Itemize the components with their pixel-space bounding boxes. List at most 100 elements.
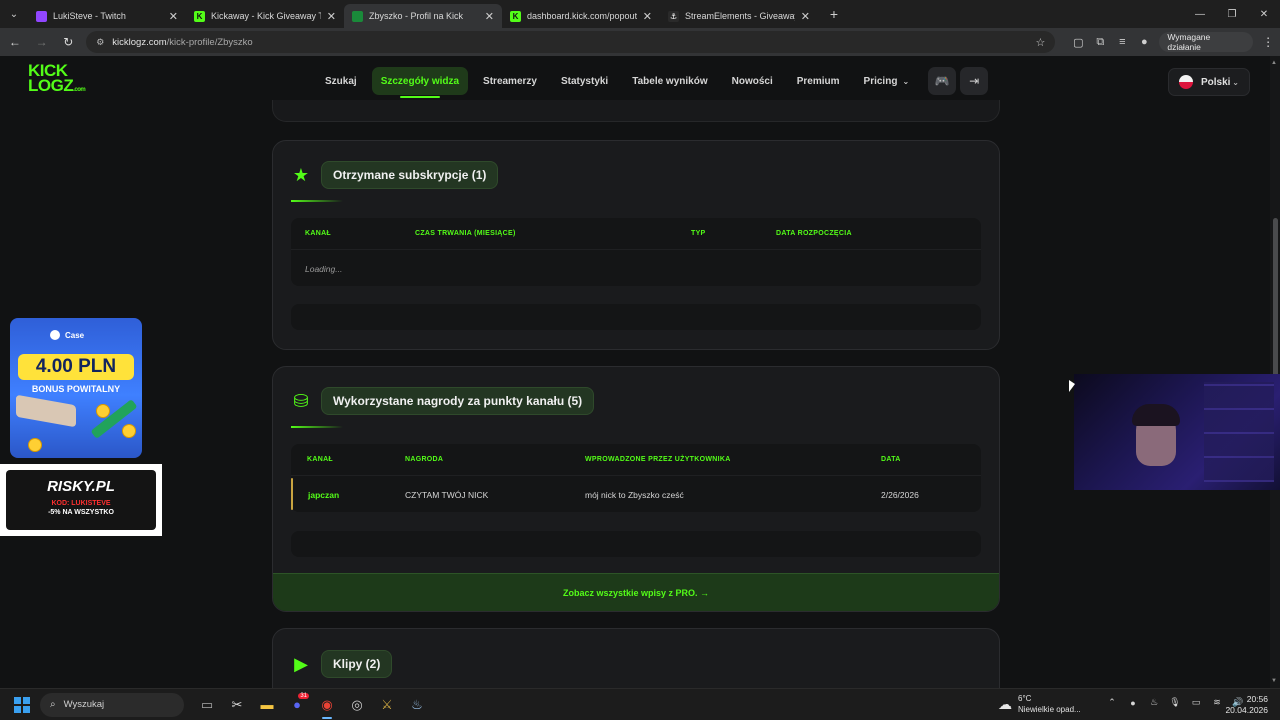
weather-widget[interactable]: ☁ 6°C Niewielkie opad...	[998, 693, 1081, 715]
reload-icon[interactable]: ↻	[56, 30, 80, 54]
back-arrow-icon[interactable]: ←	[3, 30, 27, 54]
section-divider	[291, 426, 343, 428]
nav-item-viewer-details[interactable]: Szczegóły widza	[371, 67, 469, 98]
discord-taskbar-icon[interactable]: ● 31	[282, 691, 312, 719]
pro-cta-link[interactable]: Zobacz wszystkie wpisy z PRO. →	[273, 573, 999, 611]
rewards-table: KANAŁ NAGRODA WPROWADZONE PRZEZ UŻYTKOWN…	[291, 444, 981, 512]
nav-item-streamers[interactable]: Streamerzy	[474, 67, 546, 95]
tab-title: dashboard.kick.com/popout/lu	[527, 11, 637, 21]
page-scrollbar[interactable]: ▲ ▼	[1270, 56, 1280, 688]
close-window-icon[interactable]: ✕	[1248, 0, 1280, 28]
risky-name: RISKY.PL	[47, 478, 115, 495]
browser-tab[interactable]: K Kickaway - Kick Giveaway Tool ✕	[186, 4, 344, 28]
bookmark-star-icon[interactable]: ☆	[1035, 36, 1045, 49]
browser-tab[interactable]: ⚓ StreamElements - Giveaways ✕	[660, 4, 818, 28]
tab-close-icon[interactable]: ✕	[485, 10, 494, 23]
table-row: Loading...	[291, 250, 981, 286]
section-divider	[291, 200, 343, 202]
browser-tab[interactable]: LukiSteve - Twitch ✕	[28, 4, 186, 28]
search-placeholder: Wyszukaj	[63, 699, 105, 710]
new-tab-plus-icon[interactable]: +	[822, 2, 846, 26]
coin-icon	[28, 438, 42, 452]
taskbar-search[interactable]: ⌕ Wyszukaj	[40, 692, 184, 717]
table-row[interactable]: japczan CZYTAM TWÓJ NICK mój nick to Zby…	[291, 476, 981, 512]
column-header: WPROWADZONE PRZEZ UŻYTKOWNIKA	[585, 456, 731, 463]
league-icon[interactable]: ⚔	[372, 691, 402, 719]
browser-menu-icon[interactable]: ⋮	[1256, 30, 1280, 54]
tray-overflow-icon[interactable]: ⌃	[1104, 697, 1120, 708]
system-clock[interactable]: 20:56 20.04.2026	[1225, 694, 1268, 716]
browser-tab[interactable]: K dashboard.kick.com/popout/lu ✕	[502, 4, 660, 28]
profile-avatar-icon[interactable]: ●	[1133, 31, 1155, 53]
language-selector[interactable]: Polski ⌄	[1168, 68, 1250, 96]
screenshot-icon[interactable]: ▢	[1067, 31, 1089, 53]
steam-icon[interactable]: ♨	[402, 691, 432, 719]
clock-date: 20.04.2026	[1225, 705, 1268, 715]
tab-close-icon[interactable]: ✕	[327, 10, 336, 23]
channel-link[interactable]: japczan	[308, 490, 339, 500]
extension-icons: ▢ ⧉ ≡ ●	[1067, 31, 1155, 53]
url-path: /kick-profile/Zbyszko	[166, 36, 253, 48]
coins-icon: ⛁	[293, 390, 309, 411]
logo-line-2: LOGZ	[28, 76, 74, 95]
clips-title: Klipy (2)	[321, 650, 393, 678]
tab-title: LukiSteve - Twitch	[53, 11, 126, 21]
subscriptions-table: KANAŁ CZAS TRWANIA (MIESIĄCE) TYP DATA R…	[291, 218, 981, 286]
main-nav: Szukaj Szczegóły widza Streamerzy Statys…	[316, 67, 989, 98]
nav-item-news[interactable]: Nowości	[723, 67, 782, 95]
risky-discount: -5% NA WSZYSTKO	[48, 509, 114, 516]
loading-text: Loading...	[305, 264, 343, 274]
case-amount: 4.00 PLN	[18, 354, 134, 380]
steam-tray-icon[interactable]: ♨	[1146, 697, 1162, 708]
snipping-tool-icon[interactable]: ✂	[222, 691, 252, 719]
twitch-favicon-icon	[36, 10, 47, 22]
nav-item-premium[interactable]: Premium	[788, 67, 849, 95]
file-explorer-icon[interactable]: ▬	[252, 691, 282, 719]
nav-item-pricing[interactable]: Pricing ⌄	[855, 67, 919, 95]
obs-icon[interactable]: ◎	[342, 691, 372, 719]
nav-item-statistics[interactable]: Statystyki	[552, 67, 617, 95]
risky-ad[interactable]: RISKY.PL KOD: LUKISTEVE -5% NA WSZYSTKO	[0, 464, 162, 536]
table-pagination	[291, 531, 981, 557]
forward-arrow-icon[interactable]: →	[30, 30, 54, 54]
scroll-up-icon[interactable]: ▲	[1271, 60, 1277, 66]
extensions-puzzle-icon[interactable]: ⧉	[1089, 31, 1111, 53]
browser-tab-active[interactable]: Zbyszko - Profil na Kick ✕	[344, 4, 502, 28]
address-bar[interactable]: ⚙ kicklogz.com/kick-profile/Zbyszko ☆	[86, 31, 1056, 53]
minimize-icon[interactable]: —	[1184, 0, 1216, 28]
case-brand: Case	[50, 330, 84, 340]
weather-desc: Niewielkie opad...	[1018, 705, 1081, 714]
column-header: DATA ROZPOCZĘCIA	[776, 230, 852, 237]
nav-item-search[interactable]: Szukaj	[316, 67, 366, 95]
logo-suffix: .com	[73, 87, 86, 93]
url-domain: kicklogz.com	[112, 36, 167, 48]
discord-badge: 31	[298, 692, 309, 699]
discord-icon[interactable]: 🎮	[928, 67, 957, 95]
tab-search-chevron-icon[interactable]: ⌄	[0, 0, 28, 28]
kicklogz-favicon-icon	[352, 10, 363, 22]
kicklogz-logo[interactable]: KICK LOGZ.com	[28, 62, 90, 97]
column-header: KANAŁ	[305, 230, 331, 237]
task-view-icon[interactable]: ▭	[192, 691, 222, 719]
windows-taskbar: ⌕ Wyszukaj ▭ ✂ ▬ ● 31 ◉ ◎ ⚔ ♨ ☁ 6°C Niewi…	[0, 688, 1280, 720]
chrome-icon[interactable]: ◉	[312, 691, 342, 719]
microphone-icon[interactable]: 🎙	[1167, 697, 1183, 708]
case-bonus-ad[interactable]: Case 4.00 PLN BONUS POWITALNY	[10, 318, 142, 458]
nav-item-leaderboards[interactable]: Tabele wyników	[623, 67, 716, 95]
discord-tray-icon[interactable]: ●	[1125, 698, 1141, 708]
case-brand-text: Case	[65, 330, 85, 340]
scroll-down-icon[interactable]: ▼	[1271, 678, 1277, 684]
wifi-icon[interactable]: ≋	[1209, 697, 1225, 708]
windows-start-icon[interactable]	[14, 696, 30, 713]
network-icon[interactable]: ▭	[1188, 697, 1204, 708]
tab-close-icon[interactable]: ✕	[169, 10, 178, 23]
tab-close-icon[interactable]: ✕	[643, 10, 652, 23]
tab-close-icon[interactable]: ✕	[801, 10, 810, 23]
reading-list-icon[interactable]: ≡	[1111, 31, 1133, 53]
table-header: KANAŁ NAGRODA WPROWADZONE PRZEZ UŻYTKOWN…	[291, 444, 981, 476]
video-camera-icon: ▶	[294, 653, 308, 674]
login-icon[interactable]: ⇥	[960, 67, 989, 95]
site-info-icon[interactable]: ⚙	[96, 37, 104, 48]
restore-icon[interactable]: ❐	[1216, 0, 1248, 28]
action-required-button[interactable]: Wymagane działanie	[1159, 32, 1254, 52]
